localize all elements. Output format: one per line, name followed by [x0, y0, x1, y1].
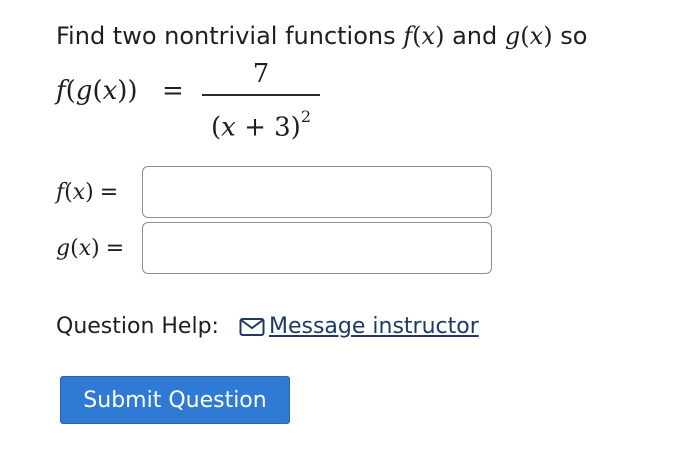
prompt-text-and: and	[452, 22, 498, 50]
equation-equals-sign: =	[162, 76, 184, 106]
g-answer-input[interactable]	[142, 222, 492, 274]
prompt-text-before: Find two nontrivial functions	[56, 22, 396, 50]
g-answer-row: g(x) =	[56, 222, 492, 274]
message-instructor-text: Message instructor	[268, 314, 479, 339]
denominator-exponent: 2	[300, 107, 311, 126]
f-answer-input[interactable]	[142, 166, 492, 218]
prompt-text-after: so	[560, 22, 588, 50]
question-help-label: Question Help:	[56, 314, 219, 339]
fraction-denominator: (x + 3)2	[210, 107, 311, 143]
fraction-numerator: 7	[252, 59, 270, 89]
f-answer-label: f(x) =	[56, 179, 119, 205]
message-instructor-link[interactable]: Message instructor	[239, 314, 479, 339]
f-answer-row: f(x) =	[56, 166, 492, 218]
question-prompt: Find two nontrivial functions f(x) and g…	[56, 20, 587, 52]
prompt-f-expression: f(x)	[403, 22, 445, 50]
composition-equation: f(g(x)) = 7 (x + 3)2	[56, 58, 376, 148]
equation-lhs: f(g(x))	[56, 76, 138, 106]
prompt-g-expression: g(x)	[504, 22, 553, 50]
g-answer-label: g(x) =	[56, 235, 125, 261]
envelope-icon	[239, 317, 265, 336]
question-help: Question Help: Message instructor	[56, 314, 479, 339]
submit-question-button[interactable]: Submit Question	[60, 376, 290, 424]
equation-fraction: 7 (x + 3)2	[202, 58, 320, 143]
fraction-bar	[202, 94, 320, 96]
